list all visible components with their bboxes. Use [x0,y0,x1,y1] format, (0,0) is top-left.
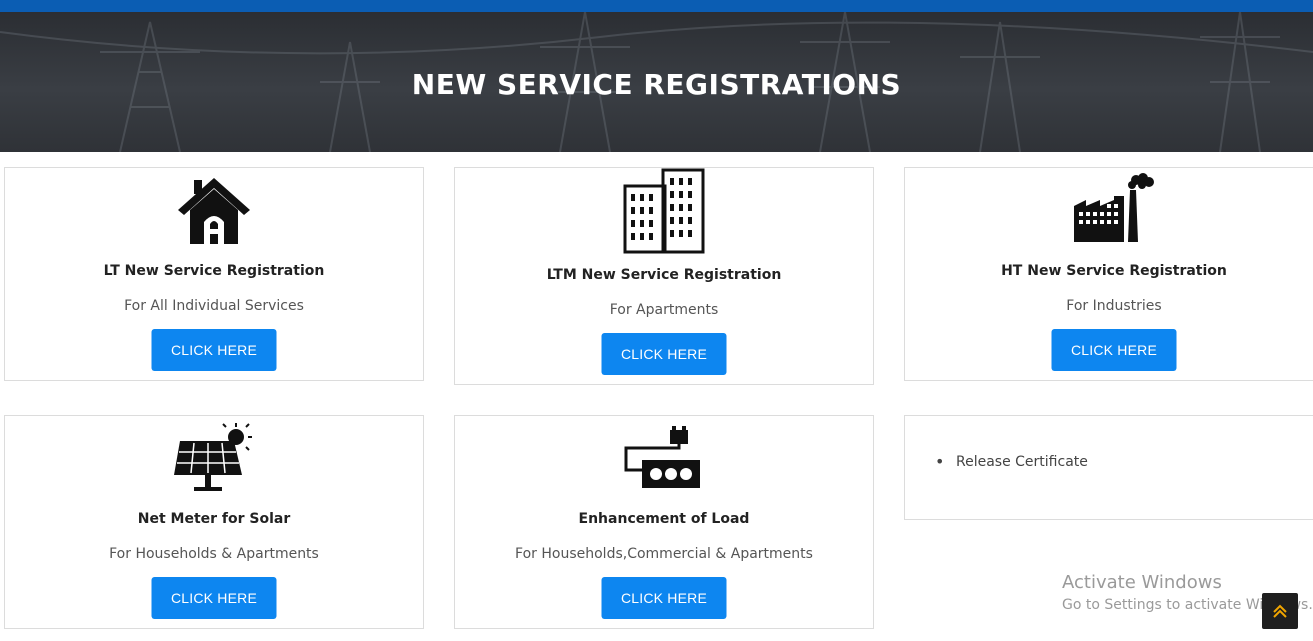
house-icon [178,178,250,244]
solar-panel-icon [174,423,252,491]
card-title: Net Meter for Solar [137,511,291,527]
apartment-building-icon [623,168,705,254]
factory-icon [1074,173,1154,242]
top-accent-bar [0,0,1313,12]
card-subtitle: For Industries [1066,298,1162,314]
card-subtitle: For Households,Commercial & Apartments [515,546,813,562]
chevron-double-up-icon [1273,604,1287,618]
release-certificate-link[interactable]: Release Certificate [935,452,1088,471]
ltm-service-card: LTM New Service Registration For Apartme… [454,167,874,385]
card-title: LT New Service Registration [103,263,325,279]
card-subtitle: For All Individual Services [124,298,304,314]
load-enhancement-card: Enhancement of Load For Households,Comme… [454,415,874,629]
ht-click-here-button[interactable]: CLICK HERE [1051,329,1177,371]
ltm-click-here-button[interactable]: CLICK HERE [601,333,727,375]
hero-banner: NEW SERVICE REGISTRATIONS [0,12,1313,152]
lt-service-card: LT New Service Registration For All Indi… [4,167,424,381]
ht-service-card: HT New Service Registration For Industri… [904,167,1313,381]
card-title: Enhancement of Load [578,511,750,527]
load-click-here-button[interactable]: CLICK HERE [601,577,727,619]
scroll-to-top-button[interactable] [1262,593,1298,629]
card-title: LTM New Service Registration [546,267,782,283]
card-title: HT New Service Registration [1001,263,1227,279]
solar-click-here-button[interactable]: CLICK HERE [151,577,277,619]
card-subtitle: For Apartments [609,302,719,318]
solar-service-card: Net Meter for Solar For Households & Apa… [4,415,424,629]
links-list: Release Certificate [935,452,1088,471]
links-card: Release Certificate [904,415,1313,520]
page-title: NEW SERVICE REGISTRATIONS [411,68,902,101]
watermark-line1: Activate Windows [1062,572,1222,593]
lt-click-here-button[interactable]: CLICK HERE [151,329,277,371]
load-meter-icon [624,426,700,488]
card-subtitle: For Households & Apartments [109,546,319,562]
